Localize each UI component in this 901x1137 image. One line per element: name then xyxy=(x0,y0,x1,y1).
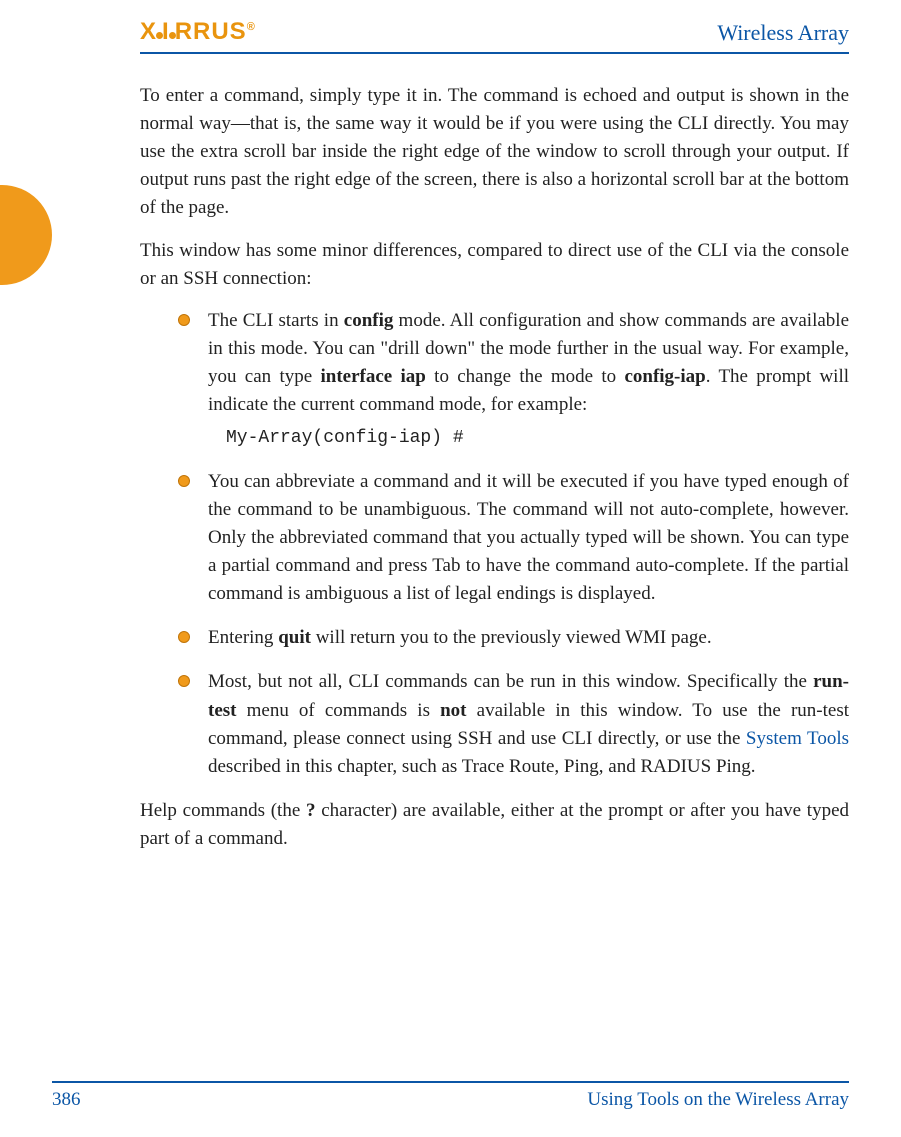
product-title: Wireless Array xyxy=(717,20,849,46)
list-item: Most, but not all, CLI commands can be r… xyxy=(178,668,849,780)
bold-term-quit: quit xyxy=(278,627,311,648)
text: described in this chapter, such as Trace… xyxy=(208,756,756,777)
footer-section-title: Using Tools on the Wireless Array xyxy=(587,1089,849,1111)
bold-term-not: not xyxy=(440,700,466,721)
page-footer: 386 Using Tools on the Wireless Array xyxy=(52,1081,849,1111)
list-item: Entering quit will return you to the pre… xyxy=(178,624,849,652)
list-item: You can abbreviate a command and it will… xyxy=(178,468,849,609)
text: menu of commands is xyxy=(236,700,440,721)
paragraph-help: Help commands (the ? character) are avai… xyxy=(140,797,849,853)
code-sample-prompt: My-Array(config-iap) # xyxy=(226,425,849,452)
text: to change the mode to xyxy=(426,366,625,387)
brand-logo: XIRRUS® xyxy=(140,18,256,46)
brand-logo-text: XIRRUS® xyxy=(140,18,256,46)
page: XIRRUS® Wireless Array To enter a comman… xyxy=(0,0,901,1137)
bold-term-config-iap: config-iap xyxy=(624,366,705,387)
bold-term-question-mark: ? xyxy=(306,800,316,821)
text: Help commands (the xyxy=(140,800,306,821)
side-tab-decoration xyxy=(0,185,52,285)
bold-term-config: config xyxy=(344,310,394,331)
paragraph-differences-lead: This window has some minor differences, … xyxy=(140,237,849,293)
text: Entering xyxy=(208,627,278,648)
link-system-tools[interactable]: System Tools xyxy=(746,728,849,749)
text: You can abbreviate a command and it will… xyxy=(208,471,849,604)
bold-term-interface-iap: interface iap xyxy=(320,366,425,387)
differences-list: The CLI starts in config mode. All confi… xyxy=(178,307,849,781)
text: Most, but not all, CLI commands can be r… xyxy=(208,671,813,692)
list-item: The CLI starts in config mode. All confi… xyxy=(178,307,849,452)
text: will return you to the previously viewed… xyxy=(311,627,712,648)
text: The CLI starts in xyxy=(208,310,344,331)
page-content: To enter a command, simply type it in. T… xyxy=(140,54,849,853)
page-header: XIRRUS® Wireless Array xyxy=(140,18,849,54)
page-number: 386 xyxy=(52,1089,81,1111)
paragraph-intro: To enter a command, simply type it in. T… xyxy=(140,82,849,223)
